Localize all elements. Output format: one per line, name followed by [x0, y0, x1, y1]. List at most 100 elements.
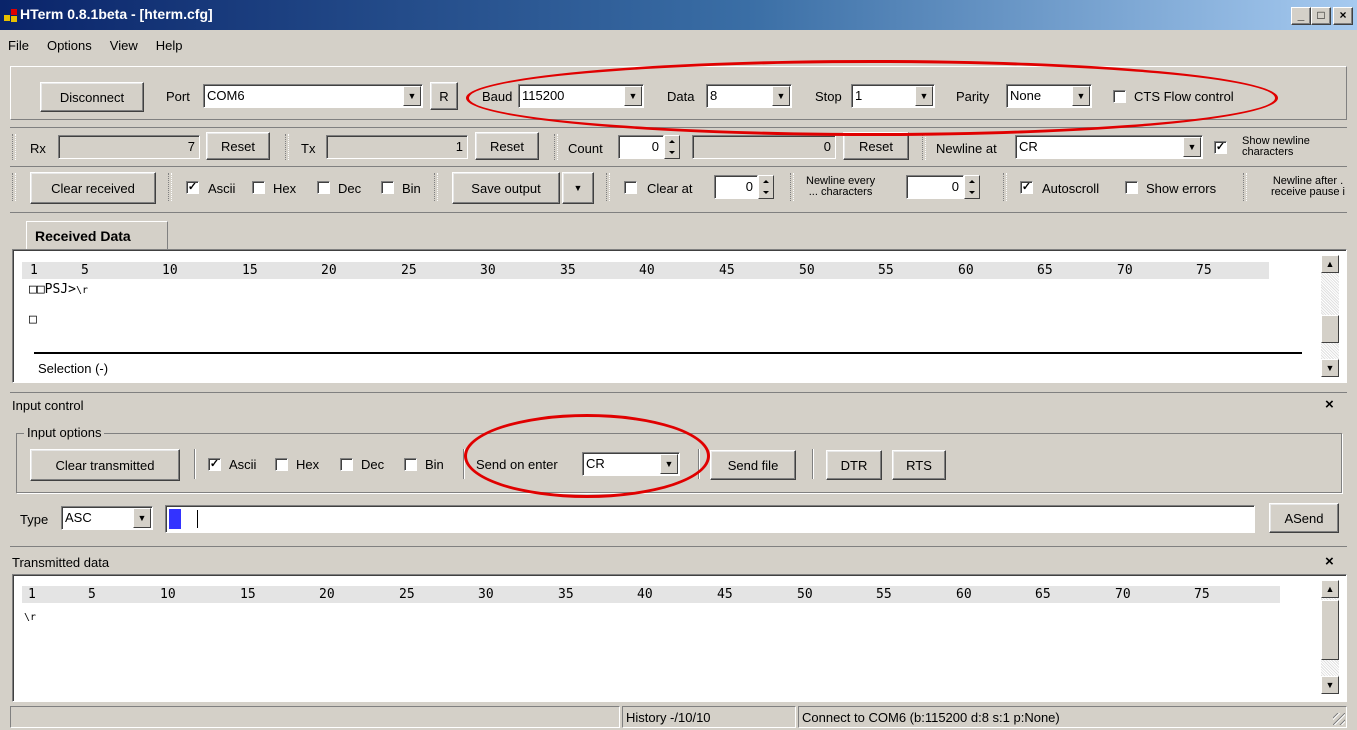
toolbar-grip[interactable]	[922, 134, 926, 160]
toolbar-grip[interactable]	[168, 173, 172, 201]
cts-checkbox[interactable]	[1113, 90, 1126, 103]
tx-label: Tx	[301, 141, 316, 156]
clear-at-checkbox[interactable]	[624, 181, 637, 194]
send-on-enter-select[interactable]: CR ▼	[582, 452, 680, 476]
resize-grip-icon[interactable]	[1333, 713, 1345, 725]
parity-select[interactable]: None ▼	[1006, 84, 1092, 108]
toolbar-grip[interactable]	[434, 173, 438, 201]
window-title: HTerm 0.8.1beta - [hterm.cfg]	[20, 6, 213, 22]
show-errors-checkbox[interactable]	[1125, 181, 1138, 194]
received-line-2: □	[29, 312, 37, 327]
newline-every-spinner[interactable]	[964, 175, 980, 199]
send-input[interactable]	[165, 505, 1255, 533]
toolbar-grip[interactable]	[12, 173, 16, 201]
recv-hex-checkbox[interactable]	[252, 181, 265, 194]
baud-select[interactable]: 115200 ▼	[518, 84, 644, 108]
chevron-down-icon[interactable]: ▼	[915, 86, 933, 106]
scroll-up-icon[interactable]: ▲	[1321, 580, 1339, 598]
chevron-down-icon[interactable]: ▼	[624, 86, 642, 106]
send-bin-checkbox[interactable]	[404, 458, 417, 471]
send-on-enter-label: Send on enter	[476, 457, 558, 472]
tx-reset-button[interactable]: Reset	[475, 132, 539, 160]
scroll-thumb[interactable]	[1321, 600, 1339, 660]
input-marker	[169, 509, 181, 529]
count-input[interactable]: 0	[618, 135, 664, 159]
received-scrollbar[interactable]: ▲ ▼	[1321, 255, 1339, 377]
scroll-down-icon[interactable]: ▼	[1321, 676, 1339, 694]
transmitted-scrollbar[interactable]: ▲ ▼	[1321, 580, 1339, 694]
port-select[interactable]: COM6 ▼	[203, 84, 423, 108]
scroll-up-icon[interactable]: ▲	[1321, 255, 1339, 273]
transmitted-close-icon[interactable]: ×	[1325, 553, 1334, 570]
chevron-down-icon[interactable]: ▼	[772, 86, 790, 106]
chevron-down-icon[interactable]: ▼	[660, 454, 678, 474]
newline-at-value: CR	[1019, 139, 1038, 154]
newline-at-label: Newline at	[936, 141, 997, 156]
scroll-thumb[interactable]	[1321, 315, 1339, 343]
dtr-button[interactable]: DTR	[826, 450, 882, 480]
type-select[interactable]: ASC ▼	[61, 506, 153, 530]
scroll-down-icon[interactable]: ▼	[1321, 359, 1339, 377]
divider	[10, 546, 1347, 547]
input-control-title: Input control	[12, 398, 84, 413]
clear-at-input[interactable]: 0	[714, 175, 758, 199]
disconnect-button[interactable]: Disconnect	[40, 82, 144, 112]
count-spinner[interactable]	[664, 135, 680, 159]
autoscroll-checkbox[interactable]: ✓	[1020, 181, 1033, 194]
type-label: Type	[20, 512, 49, 527]
transmitted-title: Transmitted data	[12, 555, 110, 570]
send-ascii-label: Ascii	[229, 457, 257, 472]
refresh-ports-button[interactable]: R	[430, 82, 458, 110]
toolbar-grip[interactable]	[12, 134, 16, 160]
chevron-down-icon[interactable]: ▼	[403, 86, 421, 106]
menu-view[interactable]: View	[110, 38, 138, 53]
toolbar-grip[interactable]	[606, 173, 610, 201]
close-button[interactable]: ×	[1333, 7, 1353, 25]
tx-count: 1	[326, 135, 468, 159]
input-control-close-icon[interactable]: ×	[1325, 396, 1334, 413]
send-file-button[interactable]: Send file	[710, 450, 796, 480]
clear-transmitted-button[interactable]: Clear transmitted	[30, 449, 180, 481]
newline-every-input[interactable]: 0	[906, 175, 964, 199]
toolbar-grip[interactable]	[554, 134, 558, 160]
tab-received-data[interactable]: Received Data	[26, 221, 168, 249]
newline-after-label: Newline after . receive pause i	[1262, 176, 1354, 198]
menu-options[interactable]: Options	[47, 38, 92, 53]
title-bar[interactable]: HTerm 0.8.1beta - [hterm.cfg] _ □ ×	[0, 0, 1357, 30]
maximize-button[interactable]: □	[1311, 7, 1331, 25]
stop-bits-select[interactable]: 1 ▼	[851, 84, 935, 108]
toolbar-grip[interactable]	[1243, 173, 1247, 201]
save-output-dropdown[interactable]: ▼	[562, 172, 594, 204]
chevron-down-icon[interactable]: ▼	[133, 508, 151, 528]
menu-file[interactable]: File	[8, 38, 29, 53]
recv-bin-checkbox[interactable]	[381, 181, 394, 194]
count-reset-button[interactable]: Reset	[843, 132, 909, 160]
chevron-down-icon[interactable]: ▼	[1072, 86, 1090, 106]
ruler-mark: 35	[560, 263, 576, 278]
send-dec-checkbox[interactable]	[340, 458, 353, 471]
toolbar-grip[interactable]	[790, 173, 794, 201]
data-bits-select[interactable]: 8 ▼	[706, 84, 792, 108]
show-newline-checkbox[interactable]: ✓	[1214, 141, 1227, 154]
ruler-mark: 60	[958, 263, 974, 278]
clear-at-spinner[interactable]	[758, 175, 774, 199]
asend-button[interactable]: ASend	[1269, 503, 1339, 533]
toolbar-grip[interactable]	[1003, 173, 1007, 201]
clear-received-button[interactable]: Clear received	[30, 172, 156, 204]
ruler-mark: 15	[242, 263, 258, 278]
port-label: Port	[166, 89, 190, 104]
connection-status: Connect to COM6 (b:115200 d:8 s:1 p:None…	[798, 706, 1347, 728]
chevron-down-icon[interactable]: ▼	[1183, 137, 1201, 157]
transmitted-ruler: 1 5 10 15 20 25 30 35 40 45 50 55 60 65 …	[22, 586, 1280, 603]
recv-ascii-checkbox[interactable]: ✓	[186, 181, 199, 194]
recv-dec-checkbox[interactable]	[317, 181, 330, 194]
send-ascii-checkbox[interactable]: ✓	[208, 458, 221, 471]
menu-help[interactable]: Help	[156, 38, 183, 53]
minimize-button[interactable]: _	[1291, 7, 1311, 25]
toolbar-grip[interactable]	[285, 134, 289, 160]
rts-button[interactable]: RTS	[892, 450, 946, 480]
newline-at-select[interactable]: CR ▼	[1015, 135, 1203, 159]
send-hex-checkbox[interactable]	[275, 458, 288, 471]
save-output-button[interactable]: Save output	[452, 172, 560, 204]
rx-reset-button[interactable]: Reset	[206, 132, 270, 160]
